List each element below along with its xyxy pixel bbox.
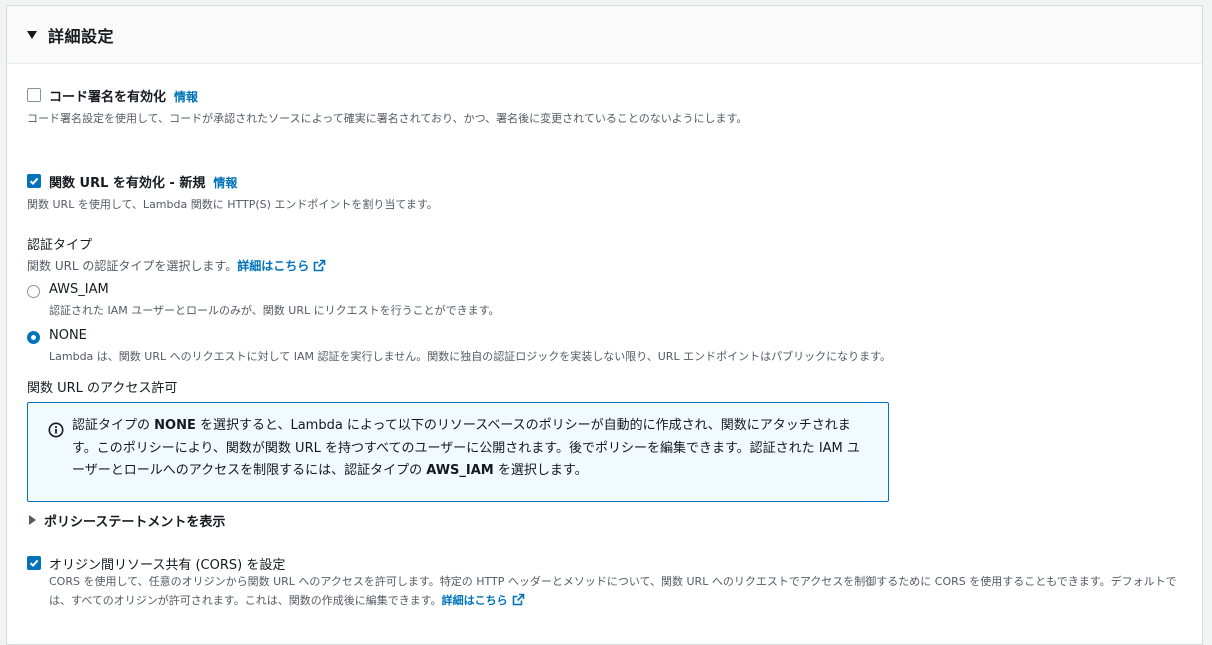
info-icon — [48, 422, 64, 438]
cors-checkbox[interactable] — [27, 556, 41, 570]
code-signing-info-link[interactable]: 情報 — [174, 90, 198, 104]
alert-text-part: 認証タイプの — [72, 418, 155, 433]
code-signing-description: コード署名設定を使用して、コードが承認されたソースによって確実に署名されており、… — [27, 112, 748, 125]
function-url-description: 関数 URL を使用して、Lambda 関数に HTTP(S) エンドポイントを… — [27, 198, 438, 211]
alert-text-part: を選択します。 — [493, 463, 588, 478]
alert-aws-iam-bold: AWS_IAM — [426, 463, 494, 478]
caret-right-icon — [29, 515, 36, 525]
cors-learn-more-link[interactable]: 詳細はこちら — [442, 594, 508, 607]
auth-type-description: 関数 URL の認証タイプを選択します。 — [27, 259, 238, 273]
auth-type-aws-iam-label[interactable]: AWS_IAM — [49, 282, 109, 297]
auth-type-learn-more-link[interactable]: 詳細はこちら — [237, 259, 309, 273]
check-icon — [29, 177, 39, 186]
caret-down-icon — [27, 30, 37, 39]
permissions-info-alert: 認証タイプの NONE を選択すると、Lambda によって以下のリソースベース… — [27, 402, 889, 502]
permissions-alert-text: 認証タイプの NONE を選択すると、Lambda によって以下のリソースベース… — [72, 415, 872, 483]
panel-header[interactable]: 詳細設定 — [7, 6, 1202, 64]
function-url-row: 関数 URL を有効化 - 新規 情報 — [49, 172, 237, 191]
auth-type-none-label[interactable]: NONE — [49, 328, 87, 343]
code-signing-row: コード署名を有効化 情報 — [49, 86, 198, 105]
auth-type-none-radio[interactable] — [27, 331, 40, 344]
panel-title: 詳細設定 — [48, 26, 115, 46]
auth-type-none-description: Lambda は、関数 URL へのリクエストに対して IAM 認証を実行しませ… — [49, 350, 891, 363]
auth-type-aws-iam-radio[interactable] — [27, 285, 40, 298]
cors-description: CORS を使用して、任意のオリジンから関数 URL へのアクセスを許可します。… — [49, 575, 1177, 607]
cors-label[interactable]: オリジン間リソース共有 (CORS) を設定 — [49, 554, 285, 573]
permissions-heading: 関数 URL のアクセス許可 — [27, 381, 178, 396]
cors-description-block: CORS を使用して、任意のオリジンから関数 URL へのアクセスを許可します。… — [49, 572, 1179, 610]
auth-type-description-row: 関数 URL の認証タイプを選択します。詳細はこちら — [27, 257, 326, 274]
function-url-info-link[interactable]: 情報 — [213, 176, 237, 190]
code-signing-label[interactable]: コード署名を有効化 — [49, 90, 166, 105]
policy-statement-toggle-label: ポリシーステートメントを表示 — [44, 515, 226, 530]
check-icon — [29, 559, 39, 568]
external-link-icon — [313, 259, 326, 272]
code-signing-checkbox[interactable] — [27, 88, 41, 102]
auth-type-heading: 認証タイプ — [27, 238, 93, 253]
external-link-icon — [512, 593, 524, 606]
alert-none-bold: NONE — [154, 418, 196, 433]
advanced-settings-panel: 詳細設定 コード署名を有効化 情報 コード署名設定を使用して、コードが承認されたソ… — [6, 5, 1203, 645]
function-url-label[interactable]: 関数 URL を有効化 - 新規 — [49, 176, 205, 191]
function-url-checkbox[interactable] — [27, 174, 41, 188]
auth-type-aws-iam-description: 認証された IAM ユーザーとロールのみが、関数 URL にリクエストを行うこと… — [49, 304, 500, 317]
policy-statement-toggle[interactable]: ポリシーステートメントを表示 — [29, 511, 225, 530]
